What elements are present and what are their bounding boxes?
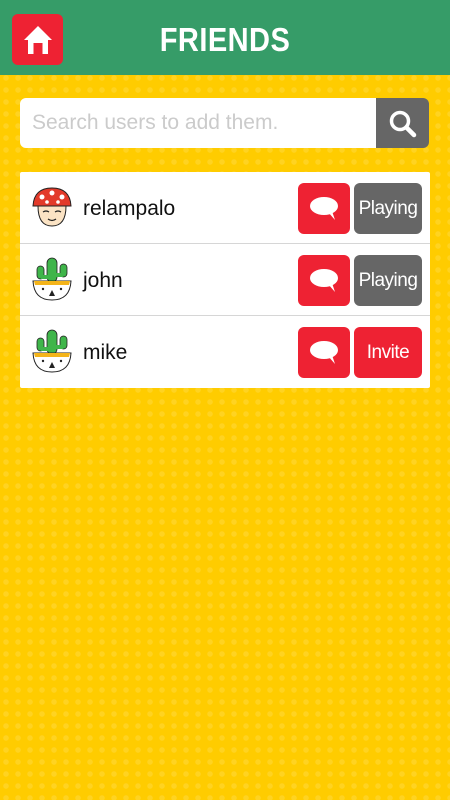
chat-button[interactable] xyxy=(298,255,350,306)
chat-bubble-icon xyxy=(310,197,338,220)
invite-button[interactable]: Invite xyxy=(354,327,422,378)
friend-name: mike xyxy=(83,341,128,364)
friend-row-mike: mike Invite xyxy=(20,316,430,388)
chat-bubble-icon xyxy=(310,269,338,292)
friend-name: relampalo xyxy=(83,197,176,220)
chat-bubble-icon xyxy=(310,341,338,364)
friend-row-john: john Playing xyxy=(20,244,430,316)
friend-name: john xyxy=(83,269,123,292)
search-input[interactable] xyxy=(20,98,376,148)
search-bar xyxy=(20,98,429,148)
cactus-avatar-icon xyxy=(32,257,72,301)
chat-button[interactable] xyxy=(298,183,350,234)
search-button[interactable] xyxy=(376,98,429,148)
friend-row-relampalo: relampalo Playing xyxy=(20,172,430,244)
friends-list: relampalo Playing john Playing mike Invi… xyxy=(20,172,430,388)
page-title: FRIENDS xyxy=(159,21,291,58)
header-bar: FRIENDS xyxy=(0,0,450,75)
chat-button[interactable] xyxy=(298,327,350,378)
search-icon xyxy=(389,110,417,138)
playing-status-button[interactable]: Playing xyxy=(354,183,422,234)
playing-status-button[interactable]: Playing xyxy=(354,255,422,306)
cactus-avatar-icon xyxy=(32,329,72,373)
mushroom-avatar-icon xyxy=(32,187,72,227)
